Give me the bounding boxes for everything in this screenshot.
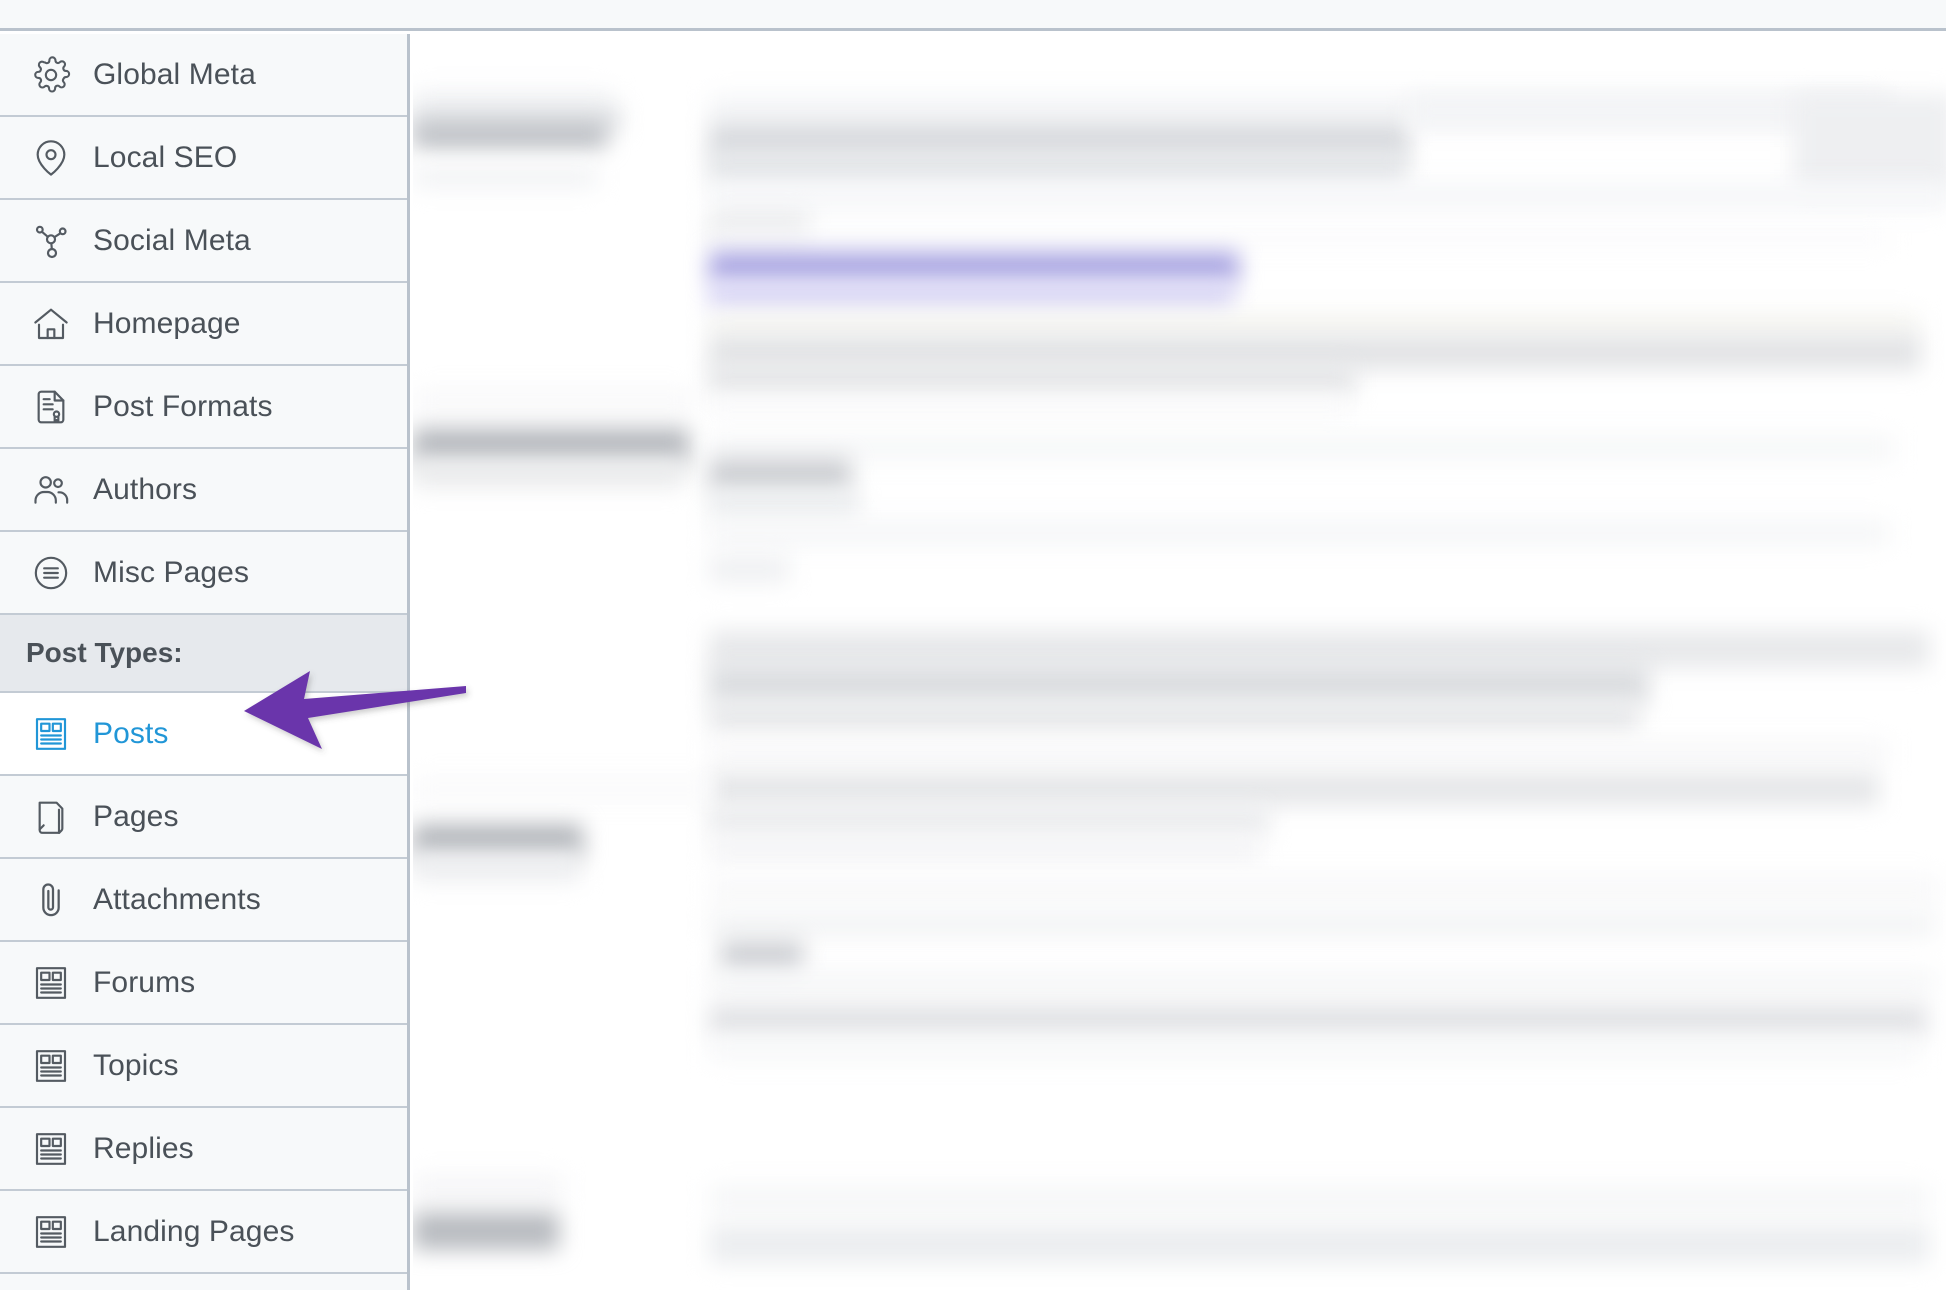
redacted-content-block [709, 152, 1407, 186]
map-pin-icon [30, 137, 72, 179]
redacted-content-block [709, 970, 1935, 994]
redacted-content-block [709, 434, 1895, 462]
redacted-content-block [709, 910, 1935, 938]
redacted-content-block [709, 230, 1889, 248]
sidebar-item-misc-pages[interactable]: Misc Pages [0, 532, 407, 615]
sidebar-item-label: Post Formats [93, 389, 273, 423]
sidebar-item-label: Homepage [93, 306, 241, 340]
redacted-content-block [709, 664, 1649, 704]
redacted-content-block [709, 182, 1946, 210]
window-top-strip [0, 0, 1946, 31]
sidebar-item-label: Global Meta [93, 57, 256, 91]
document-tag-icon [30, 386, 72, 428]
redacted-content-block [709, 554, 789, 584]
redacted-content-block [709, 772, 1879, 806]
redacted-content-block [709, 282, 1234, 310]
redacted-content-block [709, 874, 1939, 904]
sidebar-item-label: Social Meta [93, 223, 251, 257]
redacted-content-block [709, 252, 1239, 282]
redacted-content-block [413, 458, 685, 488]
redacted-content-block [709, 490, 859, 520]
list-circle-icon [30, 552, 72, 594]
article-icon [30, 1211, 72, 1253]
sidebar-item-topics[interactable]: Topics [0, 1025, 407, 1108]
sidebar-item-landing-pages[interactable]: Landing Pages [0, 1191, 407, 1274]
paperclip-icon [30, 879, 72, 921]
redacted-content-block [413, 776, 713, 802]
sidebar-item-forums[interactable]: Forums [0, 942, 407, 1025]
sidebar-item-label: Topics [93, 1048, 179, 1082]
redacted-content-block [709, 520, 1889, 546]
redacted-content-block [709, 364, 1355, 396]
sidebar-item-homepage[interactable]: Homepage [0, 283, 407, 366]
sidebar-section-label: Post Types: [26, 637, 183, 668]
sidebar-item-replies[interactable]: Replies [0, 1108, 407, 1191]
sidebar-item-authors[interactable]: Authors [0, 449, 407, 532]
sidebar-section-header: Post Types: [0, 615, 407, 693]
sidebar-item-label: Misc Pages [93, 555, 250, 589]
users-icon [30, 469, 72, 511]
redacted-content-block [1793, 94, 1946, 194]
redacted-content-block [709, 702, 1639, 732]
screenshot-root: Global Meta Local SEO Social Meta Homepage P… [0, 0, 1946, 1290]
sidebar-item-label: Local SEO [93, 140, 238, 174]
redacted-content-block [709, 1224, 1929, 1264]
article-icon [30, 713, 72, 755]
sidebar-item-label: Landing Pages [93, 1214, 295, 1248]
sidebar-item-posts[interactable]: Posts [0, 693, 407, 776]
sidebar-item-label: Forums [93, 965, 196, 999]
redacted-content-block [709, 396, 1349, 418]
sidebar-item-label: Attachments [93, 882, 261, 916]
sidebar-item-label: Pages [93, 799, 179, 833]
redacted-content-block [709, 806, 1269, 836]
redacted-content-block [709, 630, 1929, 668]
redacted-content-block [413, 388, 693, 414]
redacted-content-block [413, 1212, 559, 1250]
sidebar-item-post-formats[interactable]: Post Formats [0, 366, 407, 449]
sidebar-item-pages[interactable]: Pages [0, 776, 407, 859]
seo-settings-sidebar: Global Meta Local SEO Social Meta Homepage P… [0, 34, 410, 1290]
sidebar-item-local-seo[interactable]: Local SEO [0, 117, 407, 200]
redacted-content-block [709, 312, 1919, 336]
gear-icon [30, 54, 72, 96]
sidebar-item-attachments[interactable]: Attachments [0, 859, 407, 942]
home-icon [30, 303, 72, 345]
redacted-content-block [709, 1038, 1919, 1062]
redacted-content-block [709, 740, 1889, 764]
article-icon [30, 962, 72, 1004]
sidebar-item-label: Posts [93, 716, 169, 750]
redacted-content-block [413, 166, 597, 188]
sidebar-item-global-meta[interactable]: Global Meta [0, 34, 407, 117]
share-nodes-icon [30, 220, 72, 262]
page-icon [30, 796, 72, 838]
redacted-content-block [721, 940, 803, 974]
redacted-content-block [413, 122, 607, 148]
sidebar-item-label: Authors [93, 472, 198, 506]
redacted-content-block [709, 836, 1261, 862]
main-content-area [413, 34, 1946, 1290]
sidebar-item-social-meta[interactable]: Social Meta [0, 200, 407, 283]
sidebar-item-label: Replies [93, 1131, 194, 1165]
redacted-content-block [413, 1174, 563, 1202]
article-icon [30, 1045, 72, 1087]
article-icon [30, 1128, 72, 1170]
redacted-content-block [709, 458, 851, 492]
redacted-content-block [413, 852, 581, 882]
redacted-content-block [709, 1184, 1929, 1214]
sidebar-item-projects[interactable]: Projects [0, 1274, 407, 1290]
redacted-content-block [709, 1004, 1927, 1036]
